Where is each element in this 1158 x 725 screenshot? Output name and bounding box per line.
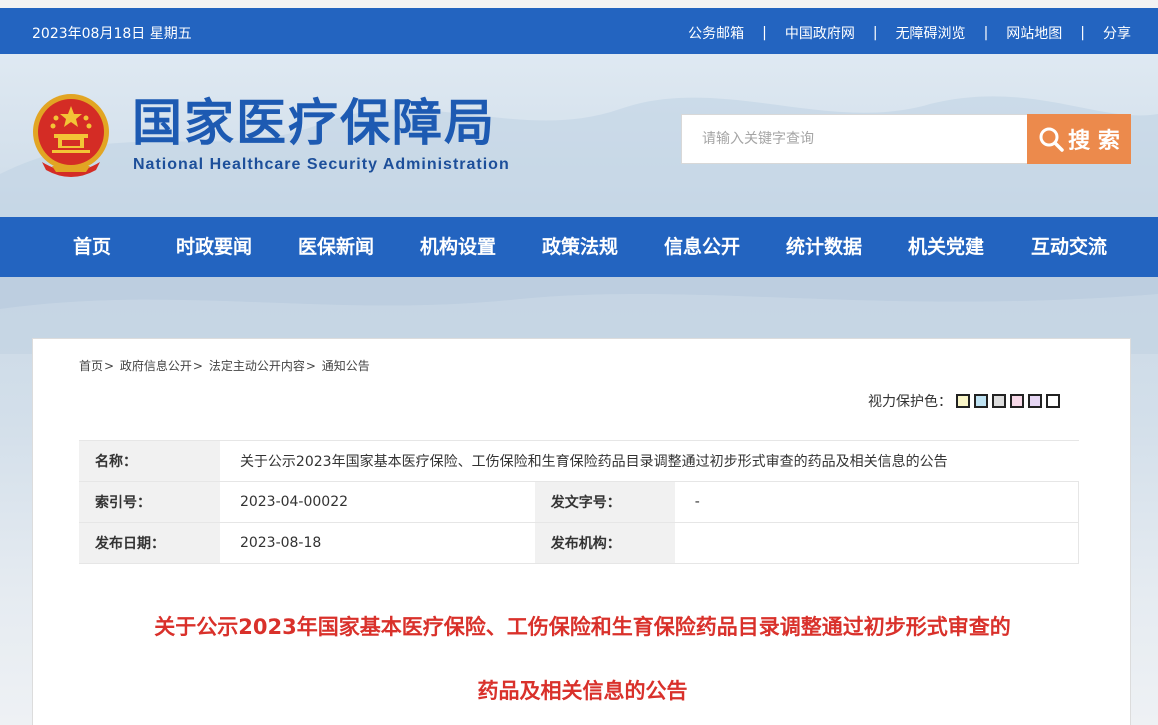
- breadcrumb-separator: >: [192, 359, 203, 373]
- link-separator: |: [872, 25, 878, 41]
- color-swatch-blue[interactable]: [974, 394, 988, 408]
- article-title-line2: 药品及相关信息的公告: [477, 679, 688, 703]
- vision-protect-label: 视力保护色：: [868, 394, 952, 410]
- color-swatch-yellow[interactable]: [956, 394, 970, 408]
- meta-date-label: 发布日期：: [79, 522, 220, 564]
- breadcrumb-separator: >: [305, 359, 316, 373]
- site-subtitle: National Healthcare Security Administrat…: [133, 156, 510, 173]
- meta-name-label: 名称：: [79, 440, 220, 482]
- link-accessibility[interactable]: 无障碍浏览: [896, 23, 966, 43]
- nav-organization[interactable]: 机构设置: [420, 217, 496, 277]
- article-title-line1: 关于公示2023年国家基本医疗保险、工伤保险和生育保险药品目录调整通过初步形式审…: [154, 615, 1011, 639]
- meta-docno-label: 发文字号：: [534, 481, 675, 523]
- search-button[interactable]: 搜 索: [1027, 114, 1131, 164]
- meta-index-value: 2023-04-00022: [219, 481, 535, 523]
- breadcrumb-separator: >: [104, 359, 115, 373]
- link-separator: |: [762, 25, 767, 41]
- breadcrumb-statutory[interactable]: 法定主动公开内容: [209, 359, 305, 373]
- current-date: 2023年08月18日 星期五: [32, 26, 192, 42]
- nav-policy[interactable]: 政策法规: [542, 217, 618, 277]
- color-swatch-gray[interactable]: [992, 394, 1006, 408]
- nav-info-disclosure[interactable]: 信息公开: [664, 217, 740, 277]
- nav-politics[interactable]: 时政要闻: [176, 217, 252, 277]
- color-swatch-pink[interactable]: [1010, 394, 1024, 408]
- table-row: 发布日期： 2023-08-18 发布机构：: [79, 522, 1079, 564]
- site-title[interactable]: 国家医疗保障局: [132, 92, 496, 154]
- vision-protect: 视力保护色：: [868, 391, 1060, 411]
- breadcrumb: 首页> 政府信息公开> 法定主动公开内容> 通知公告: [79, 357, 370, 374]
- link-gov[interactable]: 中国政府网: [785, 23, 855, 43]
- breadcrumb-notice[interactable]: 通知公告: [322, 359, 370, 373]
- search-button-label: 搜 索: [1068, 129, 1120, 154]
- link-share[interactable]: 分享: [1103, 23, 1131, 43]
- meta-org-value: [674, 522, 1079, 564]
- link-sitemap[interactable]: 网站地图: [1006, 23, 1062, 43]
- main-nav: 首页 时政要闻 医保新闻 机构设置 政策法规 信息公开 统计数据 机关党建 互动…: [0, 217, 1158, 277]
- document-meta-table: 名称： 关于公示2023年国家基本医疗保险、工伤保险和生育保险药品目录调整通过初…: [79, 440, 1079, 564]
- link-separator: |: [1080, 25, 1085, 41]
- meta-org-label: 发布机构：: [534, 522, 675, 564]
- color-swatch-purple[interactable]: [1028, 394, 1042, 408]
- link-separator: |: [983, 25, 989, 41]
- top-links: 公务邮箱 | 中国政府网 | 无障碍浏览 | 网站地图 | 分享: [688, 23, 1131, 43]
- nav-statistics[interactable]: 统计数据: [786, 217, 862, 277]
- search-icon: [1039, 127, 1064, 152]
- nav-party[interactable]: 机关党建: [908, 217, 984, 277]
- table-row: 名称： 关于公示2023年国家基本医疗保险、工伤保险和生育保险药品目录调整通过初…: [79, 440, 1079, 482]
- breadcrumb-home[interactable]: 首页: [79, 359, 103, 373]
- national-emblem-icon[interactable]: [30, 92, 112, 178]
- meta-date-value: 2023-08-18: [219, 522, 535, 564]
- content-panel: 首页> 政府信息公开> 法定主动公开内容> 通知公告 视力保护色： 名称： 关于…: [32, 338, 1131, 725]
- search-input[interactable]: [681, 114, 1028, 164]
- meta-index-label: 索引号：: [79, 481, 220, 523]
- color-swatch-white[interactable]: [1046, 394, 1060, 408]
- nav-interaction[interactable]: 互动交流: [1031, 217, 1107, 277]
- meta-docno-value: -: [674, 481, 1079, 523]
- table-row: 索引号： 2023-04-00022 发文字号： -: [79, 481, 1079, 523]
- nav-insurance-news[interactable]: 医保新闻: [298, 217, 374, 277]
- top-bar: 2023年08月18日 星期五 公务邮箱 | 中国政府网 | 无障碍浏览 | 网…: [0, 8, 1158, 54]
- link-mail[interactable]: 公务邮箱: [688, 23, 744, 43]
- breadcrumb-gov-info[interactable]: 政府信息公开: [120, 359, 192, 373]
- meta-name-value: 关于公示2023年国家基本医疗保险、工伤保险和生育保险药品目录调整通过初步形式审…: [219, 440, 1079, 482]
- nav-home[interactable]: 首页: [73, 217, 111, 277]
